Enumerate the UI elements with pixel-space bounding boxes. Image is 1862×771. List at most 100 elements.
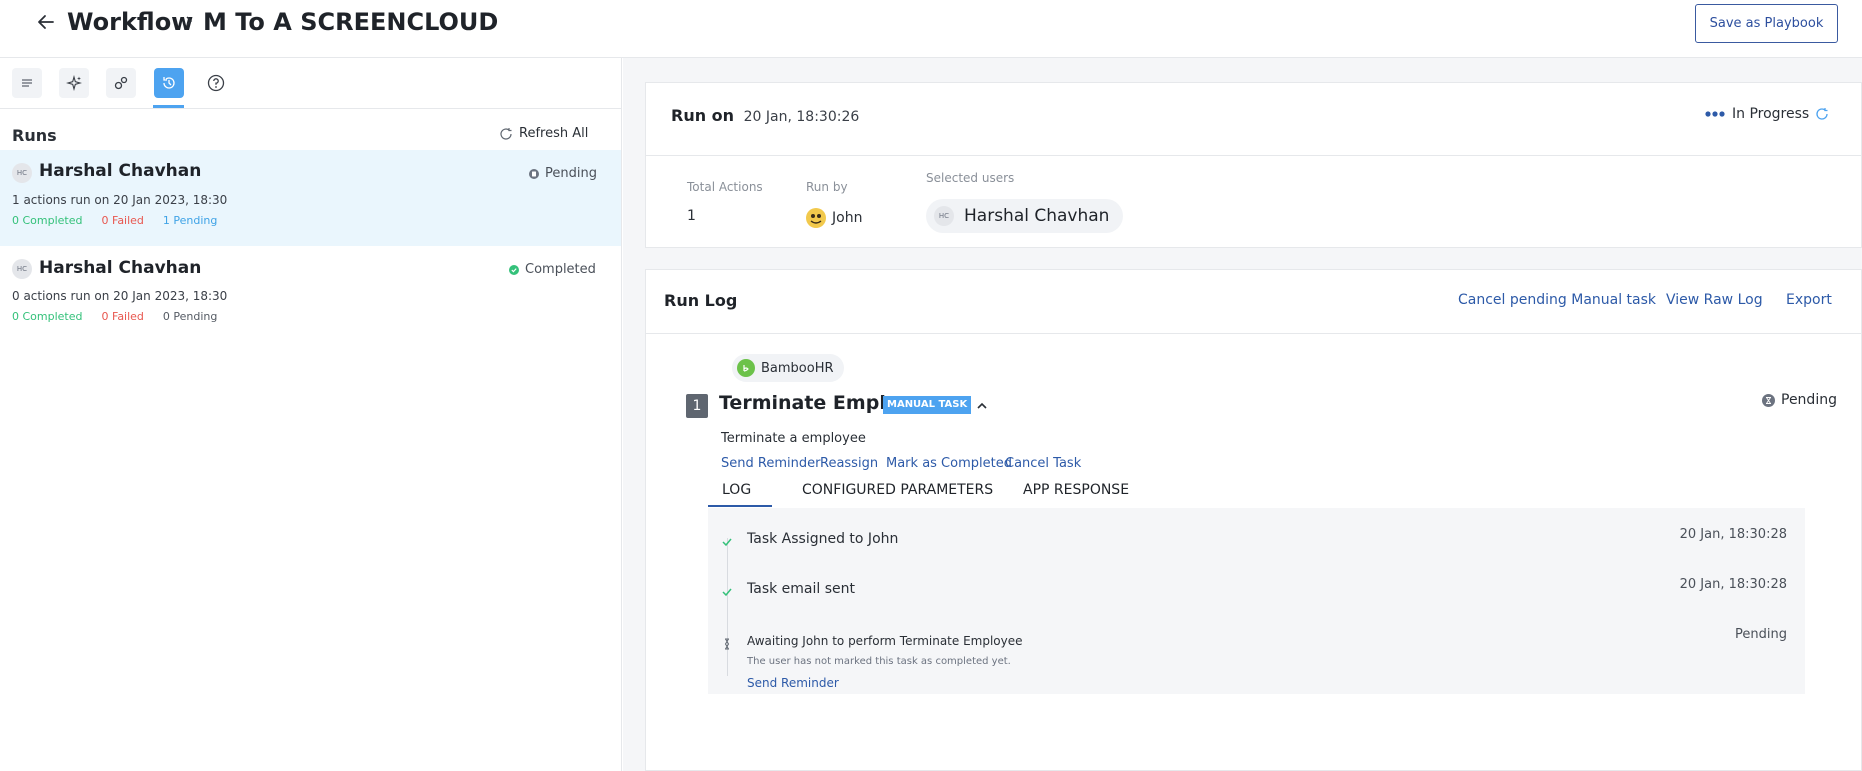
selected-user-chip: HC Harshal Chavhan: [926, 199, 1124, 233]
log-entry-time: 20 Jan, 18:30:28: [1679, 527, 1787, 542]
selected-users-label: Selected users: [926, 171, 1015, 185]
run-counts: 0 Completed 0 Failed 1 Pending: [12, 214, 217, 227]
cancel-task-link[interactable]: Cancel Task: [1005, 456, 1081, 471]
failed-count: 0 Failed: [101, 214, 144, 227]
gears-icon: [114, 76, 128, 90]
save-as-playbook-button[interactable]: Save as Playbook: [1695, 4, 1838, 43]
run-by-label: Run by: [806, 180, 848, 194]
completed-count: 0 Completed: [12, 214, 83, 227]
sparkle-icon: [66, 75, 82, 91]
avatar: HC: [12, 163, 32, 183]
send-reminder-link[interactable]: Send Reminder: [747, 676, 839, 690]
refresh-icon: [500, 127, 512, 140]
log-entry-time: 20 Jan, 18:30:28: [1679, 577, 1787, 592]
send-reminder-link[interactable]: Send Reminder: [721, 456, 820, 471]
user-avatar-icon: [806, 208, 826, 228]
failed-count: 0 Failed: [101, 310, 144, 323]
help-icon: [207, 74, 225, 92]
pending-count: 1 Pending: [162, 214, 218, 227]
pending-status-icon: [1762, 393, 1775, 407]
run-status-label: Pending: [545, 166, 597, 181]
timeline-line: [727, 538, 728, 676]
log-timeline: Task Assigned to John 20 Jan, 18:30:28 T…: [708, 508, 1805, 694]
runs-heading: Runs: [12, 126, 57, 145]
selected-user-name: Harshal Chavhan: [964, 206, 1110, 226]
hourglass-icon: [724, 638, 730, 650]
details-tab-button[interactable]: [12, 68, 42, 98]
run-user-name: Harshal Chavhan: [39, 258, 202, 278]
tab-log[interactable]: LOG: [722, 482, 751, 498]
check-icon: [722, 588, 732, 597]
runs-panel: Runs Refresh All HC Harshal Chavhan Pend…: [0, 58, 622, 771]
run-by-value: John: [806, 208, 862, 228]
reassign-link[interactable]: Reassign: [820, 456, 878, 471]
log-entry-text: Awaiting John to perform Terminate Emplo…: [747, 634, 1023, 648]
run-on-label: Run on: [671, 106, 735, 125]
divider: [646, 155, 1862, 156]
runs-history-tab-button[interactable]: [154, 68, 184, 98]
run-detail-area: Run on 20 Jan, 18:30:26 In Progress Tota…: [623, 58, 1862, 771]
run-on-heading: Run on 20 Jan, 18:30:26: [671, 106, 859, 125]
refresh-all-button[interactable]: Refresh All: [499, 126, 588, 141]
run-counts: 0 Completed 0 Failed 0 Pending: [12, 310, 217, 323]
total-actions-value: 1: [687, 208, 696, 224]
pending-count: 0 Pending: [162, 310, 218, 323]
refresh-icon[interactable]: [1815, 107, 1829, 121]
page-header: Workflow M To A SCREENCLOUD Save as Play…: [0, 0, 1862, 58]
run-list-item[interactable]: HC Harshal Chavhan Completed 0 actions r…: [0, 246, 621, 342]
progress-dots-icon: [1705, 111, 1725, 117]
pending-status-icon: [529, 168, 539, 179]
run-on-time: 20 Jan, 18:30:26: [743, 109, 860, 125]
completed-status-icon: [509, 264, 519, 275]
app-name: BambooHR: [761, 360, 834, 376]
run-log-card: Run Log Cancel pending Manual task View …: [645, 269, 1862, 771]
run-by-name: John: [832, 210, 863, 226]
cancel-pending-manual-task-link[interactable]: Cancel pending Manual task: [1458, 292, 1656, 308]
divider: [646, 333, 1862, 334]
log-entry-time: Pending: [1735, 627, 1787, 642]
completed-count: 0 Completed: [12, 310, 83, 323]
run-summary: 1 actions run on 20 Jan 2023, 18:30: [12, 193, 228, 207]
avatar: HC: [12, 259, 32, 279]
breadcrumb-workflow[interactable]: Workflow: [67, 8, 193, 36]
step-status: Pending: [1762, 392, 1837, 408]
run-log-heading: Run Log: [664, 291, 738, 310]
run-summary: 0 actions run on 20 Jan 2023, 18:30: [12, 289, 228, 303]
bamboohr-logo-icon: [737, 359, 755, 377]
manual-task-badge: MANUAL TASK: [883, 396, 972, 414]
panel-toolbar: [0, 58, 621, 109]
mark-as-completed-link[interactable]: Mark as Completed: [886, 456, 1012, 471]
log-entry-text: Task email sent: [747, 581, 855, 597]
history-icon: [163, 77, 175, 89]
run-user-name: Harshal Chavhan: [39, 161, 202, 181]
tab-app-response[interactable]: APP RESPONSE: [1023, 482, 1129, 498]
active-tab-indicator: [708, 505, 772, 507]
help-tab-button[interactable]: [201, 68, 231, 98]
log-entry-text: Task Assigned to John: [747, 531, 899, 547]
run-summary-card: Run on 20 Jan, 18:30:26 In Progress Tota…: [645, 82, 1862, 248]
active-tab-indicator: [153, 105, 184, 108]
run-status-label: In Progress: [1732, 106, 1810, 122]
tab-configured-parameters[interactable]: CONFIGURED PARAMETERS: [802, 482, 993, 498]
step-status-label: Pending: [1781, 392, 1837, 408]
settings-tab-button[interactable]: [106, 68, 136, 98]
check-icon: [722, 538, 732, 547]
run-list-item[interactable]: HC Harshal Chavhan Pending 1 actions run…: [0, 150, 621, 246]
run-status: Completed: [509, 262, 596, 277]
step-description: Terminate a employee: [721, 431, 866, 446]
page-title: M To A SCREENCLOUD: [203, 8, 499, 36]
refresh-all-label: Refresh All: [519, 126, 589, 141]
chevron-up-icon[interactable]: [975, 399, 989, 413]
log-entry-subtext: The user has not marked this task as com…: [747, 656, 1011, 667]
view-raw-log-link[interactable]: View Raw Log: [1666, 292, 1763, 308]
export-link[interactable]: Export: [1786, 292, 1832, 308]
chevron-right-icon: [186, 16, 193, 26]
ai-tab-button[interactable]: [59, 68, 89, 98]
run-status: Pending: [529, 166, 597, 181]
avatar: HC: [934, 206, 954, 226]
step-number: 1: [686, 394, 708, 418]
total-actions-label: Total Actions: [687, 180, 763, 194]
app-chip: BambooHR: [732, 354, 844, 382]
run-status-label: Completed: [525, 262, 596, 277]
back-arrow-icon[interactable]: [36, 12, 56, 32]
